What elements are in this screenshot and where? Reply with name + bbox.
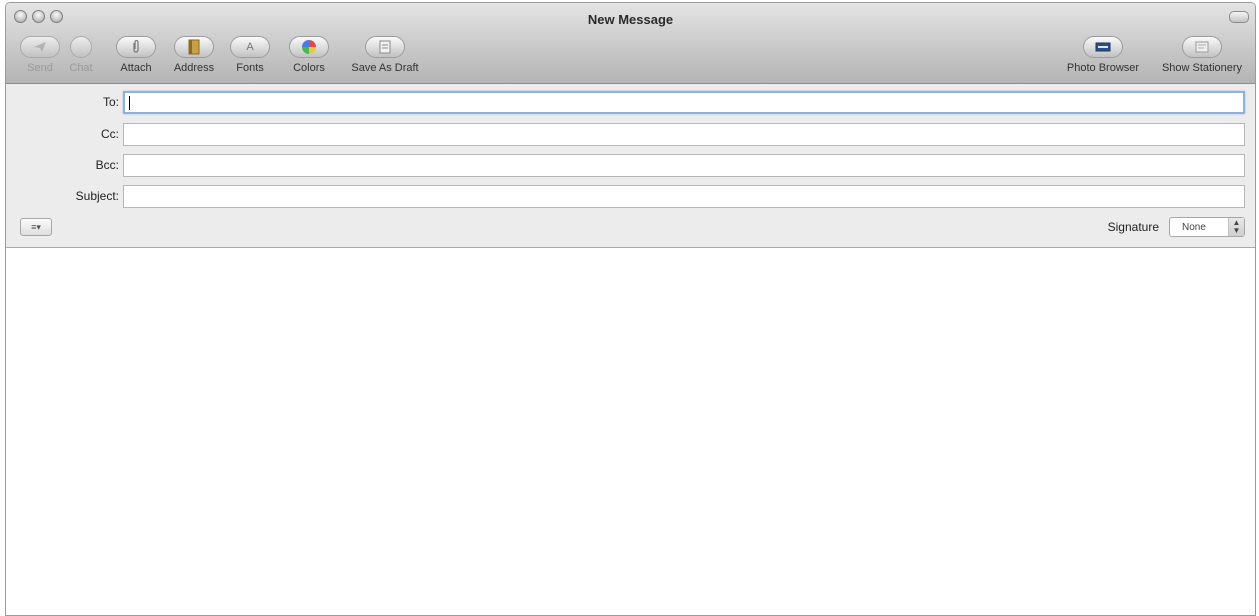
bcc-label: Bcc: — [95, 158, 119, 172]
address-label: Address — [173, 62, 215, 74]
color-wheel-icon — [289, 36, 329, 58]
list-menu-icon: ≡▾ — [31, 222, 41, 232]
colors-label: Colors — [293, 62, 325, 74]
attach-label: Attach — [120, 62, 152, 74]
address-book-icon — [174, 36, 214, 58]
paperclip-icon — [116, 36, 156, 58]
show-stationery-label: Show Stationery — [1161, 62, 1243, 74]
colors-button[interactable]: Colors — [277, 36, 341, 74]
fonts-icon: A — [230, 36, 270, 58]
signature-select[interactable]: None ▲ ▼ — [1169, 217, 1245, 237]
message-header: To: Cc: Bcc: Subject: ≡▾ Signature None … — [6, 84, 1255, 248]
stepper-arrows-icon: ▲ ▼ — [1228, 218, 1244, 236]
send-label: Send — [27, 62, 53, 74]
save-as-draft-label: Save As Draft — [351, 62, 419, 74]
chat-button[interactable]: Chat — [56, 36, 106, 74]
bcc-field[interactable] — [123, 154, 1245, 177]
bcc-row: Bcc: — [6, 152, 1255, 178]
photo-browser-icon — [1083, 36, 1123, 58]
attach-button[interactable]: Attach — [104, 36, 168, 74]
chat-label: Chat — [69, 62, 93, 74]
compose-window: New Message Send Chat Attach Address A F… — [5, 2, 1256, 616]
save-as-draft-button[interactable]: Save As Draft — [342, 36, 428, 74]
chat-icon — [70, 36, 92, 58]
window-title: New Message — [587, 12, 674, 27]
to-row: To: — [6, 89, 1255, 115]
subject-row: Subject: — [6, 183, 1255, 209]
fonts-label: Fonts — [236, 62, 264, 74]
toolbar: New Message Send Chat Attach Address A F… — [6, 3, 1255, 84]
subject-field[interactable] — [123, 185, 1245, 208]
subject-label: Subject: — [75, 189, 119, 203]
cc-row: Cc: — [6, 121, 1255, 147]
header-options-button[interactable]: ≡▾ — [20, 218, 52, 236]
cc-field[interactable] — [123, 123, 1245, 146]
show-stationery-button[interactable]: Show Stationery — [1154, 36, 1250, 74]
fonts-button[interactable]: A Fonts — [218, 36, 282, 74]
photo-browser-label: Photo Browser — [1066, 62, 1140, 74]
to-field[interactable] — [123, 91, 1245, 114]
stationery-icon — [1182, 36, 1222, 58]
send-icon — [20, 36, 60, 58]
address-button[interactable]: Address — [162, 36, 226, 74]
to-label: To: — [102, 95, 119, 109]
toolbar-toggle-button[interactable] — [1229, 11, 1249, 23]
photo-browser-button[interactable]: Photo Browser — [1059, 36, 1147, 74]
message-body[interactable] — [6, 248, 1255, 615]
draft-icon — [365, 36, 405, 58]
signature-label: Signature — [1107, 220, 1159, 234]
cc-label: Cc: — [101, 127, 119, 141]
signature-value: None — [1182, 222, 1206, 233]
text-caret — [129, 96, 130, 110]
